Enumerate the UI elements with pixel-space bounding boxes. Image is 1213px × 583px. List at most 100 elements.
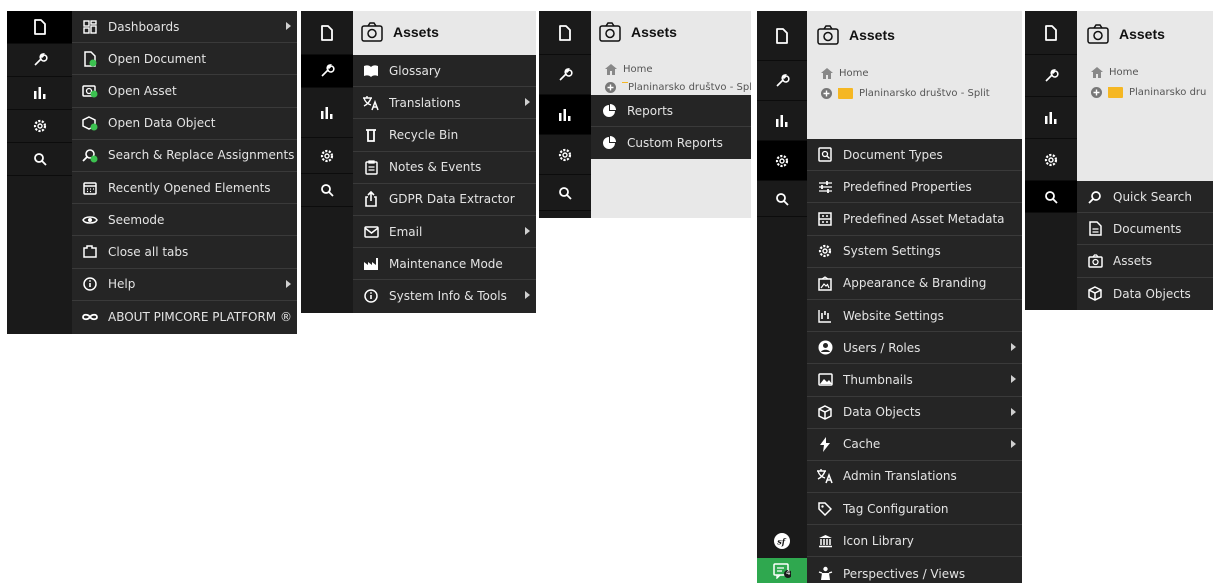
rail-search-button[interactable] [301, 174, 353, 207]
menu-item-document-types[interactable]: Document Types [807, 139, 1022, 172]
menu-item-thumbnails[interactable]: Thumbnails [807, 364, 1022, 397]
menu-item-data-objects[interactable]: Data Objects [807, 397, 1022, 429]
rail-search-button[interactable] [539, 175, 591, 211]
assets-tab-title[interactable]: Assets [817, 25, 895, 45]
assets-tab-title[interactable]: Assets [599, 22, 677, 42]
search-icon [775, 192, 789, 206]
menu-item-help[interactable]: Help [72, 269, 297, 301]
menu-item-website-settings[interactable]: Website Settings [807, 300, 1022, 333]
reports-menu: Reports Custom Reports [591, 95, 751, 159]
menu-item-label: Data Objects [843, 405, 921, 420]
rail-reports-button[interactable] [757, 101, 807, 141]
search-icon [1044, 190, 1058, 204]
settings-menu: Document Types Predefined Properties Pre… [807, 139, 1022, 583]
menu-item-translations[interactable]: Translations [353, 87, 536, 120]
notes-icon [353, 160, 389, 175]
rail-documents-button[interactable] [539, 11, 591, 55]
tree-node-home[interactable]: Home [605, 64, 653, 75]
menu-item-system-info[interactable]: System Info & Tools [353, 280, 536, 312]
menu-item-users-roles[interactable]: Users / Roles [807, 332, 1022, 365]
rail-settings-button[interactable] [301, 138, 353, 174]
tree-node-home[interactable]: Home [821, 68, 869, 79]
menu-item-dashboards[interactable]: Dashboards [72, 11, 297, 44]
menu-item-data-objects[interactable]: Data Objects [1077, 278, 1213, 310]
tree-node-home[interactable]: Home [1091, 67, 1139, 78]
rail-reports-button[interactable] [539, 95, 591, 135]
menu-item-quick-search[interactable]: Quick Search [1077, 181, 1213, 214]
expand-icon[interactable] [605, 82, 616, 93]
menu-item-cache[interactable]: Cache [807, 429, 1022, 461]
menu-item-notes-events[interactable]: Notes & Events [353, 152, 536, 184]
menu-item-label: Help [108, 277, 136, 292]
search-replace-icon [72, 148, 108, 163]
dashboard-icon [72, 19, 108, 34]
search-icon [1077, 190, 1113, 204]
assets-header: Assets [353, 11, 536, 55]
menu-item-close-all-tabs[interactable]: Close all tabs [72, 236, 297, 269]
menu-item-admin-translations[interactable]: Admin Translations [807, 461, 1022, 494]
rail-search-button[interactable] [1025, 181, 1077, 213]
rail-reports-button[interactable] [1025, 97, 1077, 139]
menu-item-label: Thumbnails [843, 372, 913, 387]
rail-search-button[interactable] [7, 143, 72, 176]
menu-item-email[interactable]: Email [353, 216, 536, 249]
rail-tools-button[interactable] [757, 61, 807, 101]
rail-documents-button[interactable] [301, 11, 353, 55]
menu-item-appearance-branding[interactable]: Appearance & Branding [807, 268, 1022, 300]
assets-tab-title[interactable]: Assets [1087, 24, 1165, 44]
rail-settings-button[interactable] [757, 141, 807, 181]
page-title: Assets [393, 24, 439, 40]
tree-node-label: Home [1109, 67, 1139, 78]
rail-documents-button[interactable] [7, 11, 72, 44]
menu-item-system-settings[interactable]: System Settings [807, 236, 1022, 268]
tree-node-folder[interactable]: Planinarsko društvo - Split [821, 88, 990, 99]
rail-reports-button[interactable] [301, 88, 353, 138]
rail-tools-button[interactable] [301, 55, 353, 88]
menu-item-recycle-bin[interactable]: Recycle Bin [353, 119, 536, 152]
menu-item-label: Search & Replace Assignments [108, 148, 295, 163]
menu-item-assets[interactable]: Assets [1077, 245, 1213, 278]
menu-item-seemode[interactable]: Seemode [72, 204, 297, 237]
menu-item-open-document[interactable]: Open Document [72, 43, 297, 76]
menu-item-documents[interactable]: Documents [1077, 213, 1213, 246]
menu-item-open-asset[interactable]: Open Asset [72, 75, 297, 108]
menu-item-maintenance-mode[interactable]: Maintenance Mode [353, 248, 536, 281]
expand-icon[interactable] [1091, 87, 1102, 98]
rail-tools-button[interactable] [539, 55, 591, 95]
rail-symfony-button[interactable]: sf [757, 526, 807, 556]
tag-icon [807, 501, 843, 516]
rail-reports-button[interactable] [7, 77, 72, 110]
perspectives-icon [807, 566, 843, 581]
menu-item-tag-configuration[interactable]: Tag Configuration [807, 493, 1022, 526]
tree-node-folder[interactable]: Planinarsko dru [1091, 87, 1213, 98]
rail-tools-button[interactable] [7, 44, 72, 77]
menu-item-custom-reports[interactable]: Custom Reports [591, 127, 751, 159]
expand-icon[interactable] [821, 88, 832, 99]
rail-settings-button[interactable] [7, 110, 72, 143]
rail-documents-button[interactable] [757, 11, 807, 61]
assets-tab-title[interactable]: Assets [361, 22, 439, 42]
menu-item-recently-opened[interactable]: Recently Opened Elements [72, 172, 297, 205]
menu-item-reports[interactable]: Reports [591, 95, 751, 128]
menu-item-perspectives-views[interactable]: Perspectives / Views [807, 557, 1022, 583]
menu-item-open-data-object[interactable]: Open Data Object [72, 108, 297, 140]
rail-search-button[interactable] [757, 181, 807, 217]
menu-item-label: Document Types [843, 147, 943, 162]
rail-notifications-button[interactable]: 4 [757, 558, 807, 583]
tree-node-folder[interactable]: Planinarsko društvo - Split [605, 82, 751, 93]
menu-item-icon-library[interactable]: Icon Library [807, 525, 1022, 558]
assets-panel: Assets Home Planinarsko društvo - Split [807, 11, 1022, 139]
rail-documents-button[interactable] [1025, 11, 1077, 55]
menu-item-glossary[interactable]: Glossary [353, 55, 536, 88]
rail-settings-button[interactable] [539, 135, 591, 175]
menu-item-predefined-properties[interactable]: Predefined Properties [807, 171, 1022, 204]
rail-tools-button[interactable] [1025, 55, 1077, 97]
bar-chart-icon [775, 114, 789, 128]
menu-item-gdpr-extractor[interactable]: GDPR Data Extractor [353, 184, 536, 216]
symfony-icon: sf [773, 532, 791, 550]
menu-item-search-replace[interactable]: Search & Replace Assignments [72, 140, 297, 172]
rail-settings-button[interactable] [1025, 139, 1077, 181]
menu-item-predefined-asset-metadata[interactable]: Predefined Asset Metadata [807, 203, 1022, 236]
menu-item-about[interactable]: ABOUT PIMCORE PLATFORM ® [72, 301, 297, 333]
info-icon [353, 289, 389, 304]
